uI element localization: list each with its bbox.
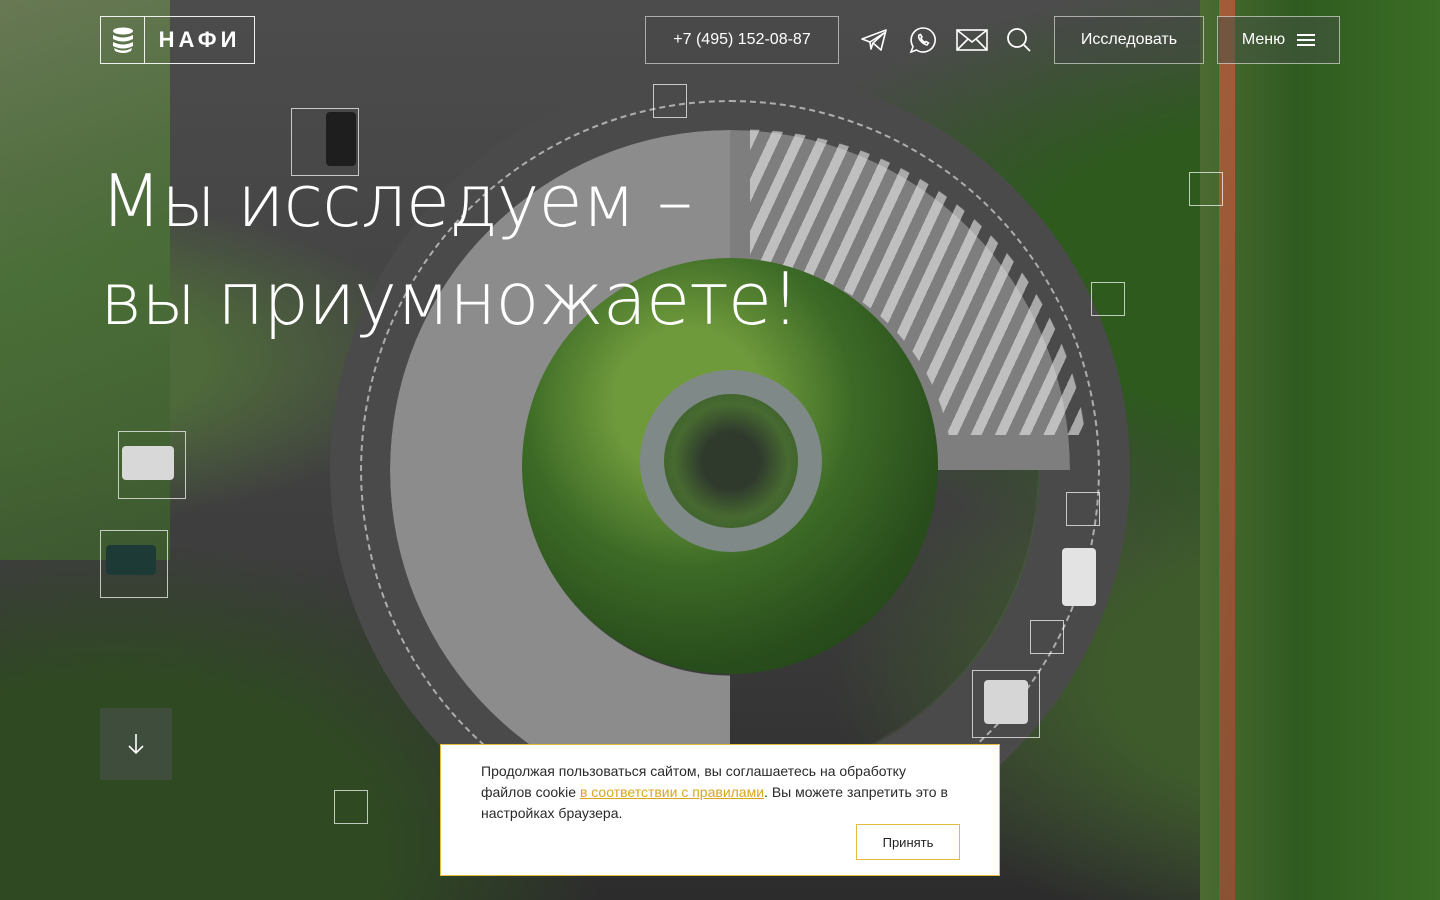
detection-box xyxy=(1030,620,1064,654)
car xyxy=(1062,548,1096,606)
logo-text: НАФИ xyxy=(158,27,241,52)
menu-button[interactable]: Меню xyxy=(1217,16,1340,64)
logo[interactable]: НАФИ xyxy=(100,16,255,64)
scroll-down-button[interactable] xyxy=(100,708,172,780)
menu-label: Меню xyxy=(1241,31,1286,48)
detection-box xyxy=(118,431,186,499)
accept-cookies-button[interactable]: Принять xyxy=(856,824,960,860)
logo-mark-icon xyxy=(101,17,145,63)
detection-box xyxy=(334,790,368,824)
arrow-down-icon xyxy=(128,734,144,755)
bike-lane xyxy=(1219,0,1235,900)
whatsapp-icon[interactable] xyxy=(907,24,939,56)
telegram-icon[interactable] xyxy=(858,24,890,56)
detection-box xyxy=(1091,282,1125,316)
mail-icon[interactable] xyxy=(955,24,989,56)
cookie-text: Продолжая пользоваться сайтом, вы соглаш… xyxy=(481,761,959,824)
explore-button[interactable]: Исследовать xyxy=(1054,16,1204,64)
cookie-rules-link[interactable]: в соответствии с правилами xyxy=(580,784,764,800)
hero-title-line-2: вы приумножаете! xyxy=(100,257,800,341)
island-monument xyxy=(640,370,822,552)
phone-button[interactable]: +7 (495) 152-08-87 xyxy=(645,16,839,64)
hamburger-icon xyxy=(1297,34,1316,46)
detection-box xyxy=(1066,492,1100,526)
cookie-banner: Продолжая пользоваться сайтом, вы соглаш… xyxy=(440,744,1000,876)
detection-box xyxy=(100,530,168,598)
detection-box xyxy=(972,670,1040,738)
search-icon[interactable] xyxy=(1003,24,1035,56)
detection-box xyxy=(1189,172,1223,206)
hero-title-line-1: Мы исследуем – xyxy=(100,159,693,243)
hero-title: Мы исследуем – вы приумножаете! xyxy=(100,152,800,348)
park-area-right xyxy=(1200,0,1440,900)
detection-box xyxy=(653,84,687,118)
